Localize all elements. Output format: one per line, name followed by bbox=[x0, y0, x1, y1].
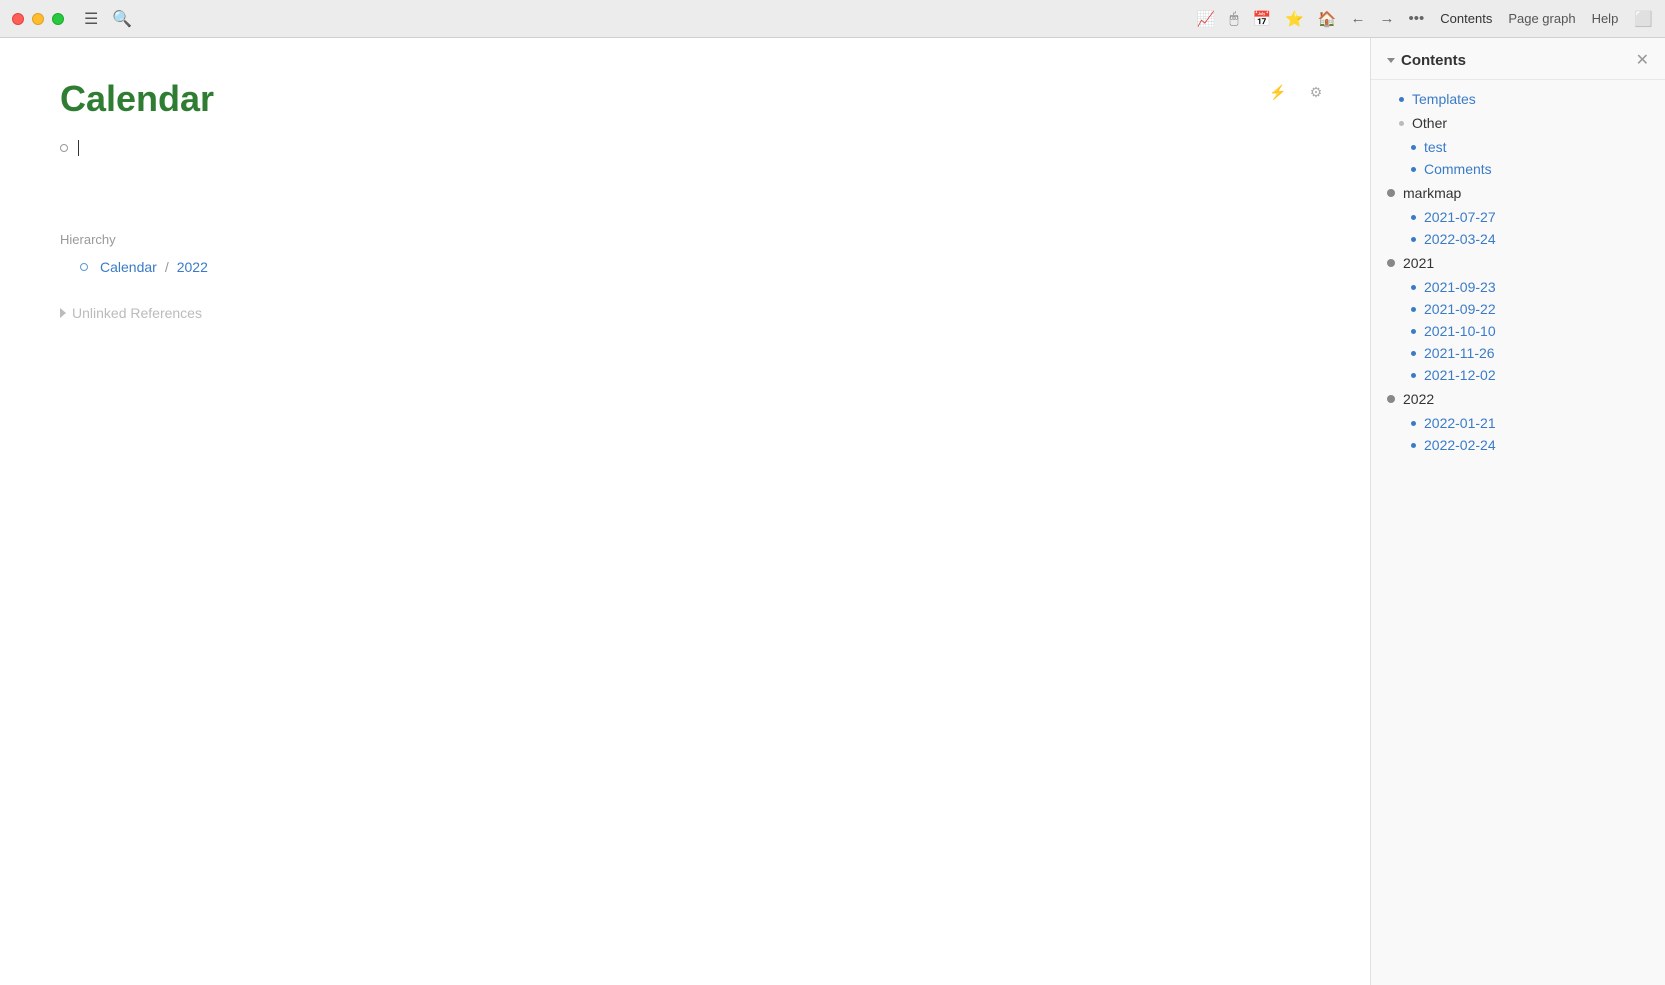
home-icon[interactable]: 🏠 bbox=[1318, 10, 1337, 28]
toc-other-label: Other bbox=[1412, 115, 1447, 131]
toc-item-2022-02-24[interactable]: 2022-02-24 bbox=[1371, 434, 1665, 456]
panel-title-text: Contents bbox=[1401, 52, 1466, 69]
tab-help[interactable]: Help bbox=[1592, 7, 1619, 30]
toc-item-2021-09-22[interactable]: 2021-09-22 bbox=[1371, 298, 1665, 320]
toc-item-2022-03-24[interactable]: 2022-03-24 bbox=[1371, 228, 1665, 250]
toc-group-2022: 2022 bbox=[1371, 386, 1665, 412]
toc-dot-2021-10-10 bbox=[1411, 329, 1416, 334]
more-icon[interactable]: ••• bbox=[1409, 10, 1425, 27]
toc-dot-2021-11-26 bbox=[1411, 351, 1416, 356]
toc-item-2021-12-02[interactable]: 2021-12-02 bbox=[1371, 364, 1665, 386]
sidebar-toggle-icon[interactable]: ⬜ bbox=[1634, 10, 1653, 28]
toc-item-2022-01-21[interactable]: 2022-01-21 bbox=[1371, 412, 1665, 434]
panel-collapse-icon[interactable] bbox=[1387, 58, 1395, 63]
toc-item-templates[interactable]: Templates bbox=[1371, 88, 1665, 110]
toc-link-2021-09-22[interactable]: 2021-09-22 bbox=[1424, 301, 1496, 317]
toc-link-2021-12-02[interactable]: 2021-12-02 bbox=[1424, 367, 1496, 383]
hierarchy-link-2022[interactable]: 2022 bbox=[177, 259, 208, 275]
toc-link-2021-07-27[interactable]: 2021-07-27 bbox=[1424, 209, 1496, 225]
toc-dot-2022-02-24 bbox=[1411, 443, 1416, 448]
toc-item-2021-09-23[interactable]: 2021-09-23 bbox=[1371, 276, 1665, 298]
minimize-button[interactable] bbox=[32, 13, 44, 25]
toc-group-markmap: markmap bbox=[1371, 180, 1665, 206]
toc-dot-2021-09-23 bbox=[1411, 285, 1416, 290]
calendar-icon[interactable]: 📅 bbox=[1252, 10, 1271, 28]
back-icon[interactable]: ← bbox=[1351, 10, 1366, 27]
toc-group-2021: 2021 bbox=[1371, 250, 1665, 276]
hierarchy-separator: / bbox=[165, 259, 169, 275]
toc-link-2022-01-21[interactable]: 2022-01-21 bbox=[1424, 415, 1496, 431]
right-panel: Contents ✕ Templates Other test Comments bbox=[1370, 38, 1665, 985]
main-layout: ⚡ ⚙ Calendar Hierarchy Calendar / 2022 U… bbox=[0, 38, 1665, 985]
page-title: Calendar bbox=[60, 78, 1310, 120]
toc-dot-2021-07-27 bbox=[1411, 215, 1416, 220]
tab-contents[interactable]: Contents bbox=[1440, 7, 1492, 30]
cursor-tool-icon[interactable]: 🖱 bbox=[1229, 10, 1238, 27]
toc-dot-2021 bbox=[1387, 259, 1395, 267]
toc-link-comments[interactable]: Comments bbox=[1424, 161, 1492, 177]
editor-area[interactable]: ⚡ ⚙ Calendar Hierarchy Calendar / 2022 U… bbox=[0, 38, 1370, 985]
toc-2021-label: 2021 bbox=[1403, 255, 1434, 271]
panel-close-button[interactable]: ✕ bbox=[1636, 53, 1649, 69]
editor-toolbar: ⚡ ⚙ bbox=[1264, 78, 1330, 106]
toc-dot-other bbox=[1399, 121, 1404, 126]
toc-group-other: Other bbox=[1371, 110, 1665, 136]
toc-link-2021-09-23[interactable]: 2021-09-23 bbox=[1424, 279, 1496, 295]
toc-link-test[interactable]: test bbox=[1424, 139, 1447, 155]
titlebar-icons: ☰ 🔍 bbox=[84, 9, 132, 29]
toc-link-2021-11-26[interactable]: 2021-11-26 bbox=[1424, 345, 1495, 361]
hierarchy-item: Calendar / 2022 bbox=[80, 259, 1310, 275]
toc-dot-2022 bbox=[1387, 395, 1395, 403]
analytics-icon[interactable]: 📈 bbox=[1197, 10, 1216, 28]
gear-icon[interactable]: ⚙ bbox=[1302, 78, 1330, 106]
toc-link-2022-02-24[interactable]: 2022-02-24 bbox=[1424, 437, 1496, 453]
toc-dot-2022-03-24 bbox=[1411, 237, 1416, 242]
panel-content: Templates Other test Comments markmap bbox=[1371, 80, 1665, 985]
toc-dot-2021-12-02 bbox=[1411, 373, 1416, 378]
close-button[interactable] bbox=[12, 13, 24, 25]
toc-markmap-label: markmap bbox=[1403, 185, 1461, 201]
toc-item-2021-11-26[interactable]: 2021-11-26 bbox=[1371, 342, 1665, 364]
toc-link-2022-03-24[interactable]: 2022-03-24 bbox=[1424, 231, 1496, 247]
toc-item-comments[interactable]: Comments bbox=[1371, 158, 1665, 180]
titlebar: ☰ 🔍 📈 🖱 📅 ⭐ 🏠 ← → ••• Contents Page grap… bbox=[0, 0, 1665, 38]
toc-link-templates[interactable]: Templates bbox=[1412, 91, 1476, 107]
toc-link-2021-10-10[interactable]: 2021-10-10 bbox=[1424, 323, 1496, 339]
search-icon[interactable]: 🔍 bbox=[112, 9, 132, 29]
star-icon[interactable]: ⭐ bbox=[1285, 10, 1304, 28]
maximize-button[interactable] bbox=[52, 13, 64, 25]
toc-item-test[interactable]: test bbox=[1371, 136, 1665, 158]
toc-item-2021-07-27[interactable]: 2021-07-27 bbox=[1371, 206, 1665, 228]
toc-dot-comments bbox=[1411, 167, 1416, 172]
forward-icon[interactable]: → bbox=[1380, 10, 1395, 27]
menu-icon[interactable]: ☰ bbox=[84, 9, 98, 29]
editor-text-cursor[interactable] bbox=[78, 140, 79, 156]
toc-dot-2021-09-22 bbox=[1411, 307, 1416, 312]
lightning-icon[interactable]: ⚡ bbox=[1264, 78, 1292, 106]
nav-tabs: Contents Page graph Help bbox=[1440, 7, 1618, 30]
titlebar-left: ☰ 🔍 bbox=[12, 9, 132, 29]
toc-2022-label: 2022 bbox=[1403, 391, 1434, 407]
toc-dot-markmap bbox=[1387, 189, 1395, 197]
editor-bullet-line[interactable] bbox=[60, 140, 1310, 156]
titlebar-right: 📈 🖱 📅 ⭐ 🏠 ← → ••• Contents Page graph He… bbox=[1197, 7, 1653, 30]
toc-dot-templates bbox=[1399, 97, 1404, 102]
tab-page-graph[interactable]: Page graph bbox=[1508, 7, 1575, 30]
toc-dot-test bbox=[1411, 145, 1416, 150]
unlinked-references[interactable]: Unlinked References bbox=[60, 305, 1310, 321]
unlinked-label: Unlinked References bbox=[72, 305, 202, 321]
chevron-right-icon bbox=[60, 308, 66, 318]
hier-bullet bbox=[80, 263, 88, 271]
bullet-dot bbox=[60, 144, 68, 152]
panel-title-area: Contents bbox=[1387, 52, 1466, 69]
panel-header: Contents ✕ bbox=[1371, 38, 1665, 80]
toc-dot-2022-01-21 bbox=[1411, 421, 1416, 426]
toc-item-2021-10-10[interactable]: 2021-10-10 bbox=[1371, 320, 1665, 342]
hierarchy-link-calendar[interactable]: Calendar bbox=[100, 259, 157, 275]
hierarchy-label: Hierarchy bbox=[60, 232, 1310, 247]
